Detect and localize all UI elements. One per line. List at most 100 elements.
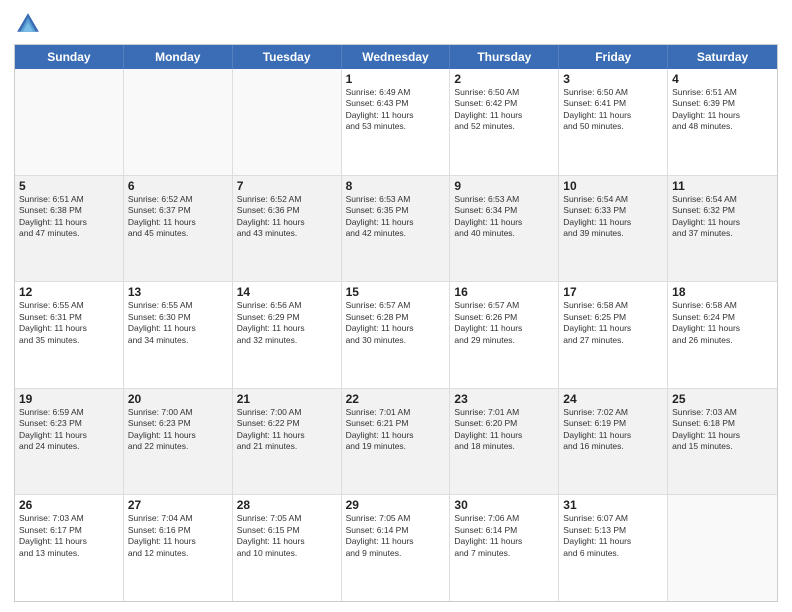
cell-info: Sunrise: 7:00 AM Sunset: 6:23 PM Dayligh… <box>128 407 228 453</box>
day-number: 5 <box>19 179 119 193</box>
calendar-row-0: 1Sunrise: 6:49 AM Sunset: 6:43 PM Daylig… <box>15 69 777 176</box>
day-number: 11 <box>672 179 773 193</box>
day-number: 25 <box>672 392 773 406</box>
day-number: 15 <box>346 285 446 299</box>
page: SundayMondayTuesdayWednesdayThursdayFrid… <box>0 0 792 612</box>
cell-info: Sunrise: 6:59 AM Sunset: 6:23 PM Dayligh… <box>19 407 119 453</box>
header-day-friday: Friday <box>559 45 668 69</box>
calendar-cell-day-27: 27Sunrise: 7:04 AM Sunset: 6:16 PM Dayli… <box>124 495 233 601</box>
header-day-sunday: Sunday <box>15 45 124 69</box>
header-day-saturday: Saturday <box>668 45 777 69</box>
calendar-cell-day-22: 22Sunrise: 7:01 AM Sunset: 6:21 PM Dayli… <box>342 389 451 495</box>
calendar-cell-day-8: 8Sunrise: 6:53 AM Sunset: 6:35 PM Daylig… <box>342 176 451 282</box>
day-number: 22 <box>346 392 446 406</box>
header <box>14 10 778 38</box>
day-number: 7 <box>237 179 337 193</box>
calendar-cell-day-17: 17Sunrise: 6:58 AM Sunset: 6:25 PM Dayli… <box>559 282 668 388</box>
calendar-cell-day-4: 4Sunrise: 6:51 AM Sunset: 6:39 PM Daylig… <box>668 69 777 175</box>
day-number: 3 <box>563 72 663 86</box>
header-day-monday: Monday <box>124 45 233 69</box>
cell-info: Sunrise: 6:55 AM Sunset: 6:31 PM Dayligh… <box>19 300 119 346</box>
calendar-cell-day-31: 31Sunrise: 6:07 AM Sunset: 5:13 PM Dayli… <box>559 495 668 601</box>
calendar-cell-day-10: 10Sunrise: 6:54 AM Sunset: 6:33 PM Dayli… <box>559 176 668 282</box>
cell-info: Sunrise: 6:52 AM Sunset: 6:36 PM Dayligh… <box>237 194 337 240</box>
cell-info: Sunrise: 7:06 AM Sunset: 6:14 PM Dayligh… <box>454 513 554 559</box>
day-number: 10 <box>563 179 663 193</box>
cell-info: Sunrise: 7:01 AM Sunset: 6:20 PM Dayligh… <box>454 407 554 453</box>
calendar-cell-day-3: 3Sunrise: 6:50 AM Sunset: 6:41 PM Daylig… <box>559 69 668 175</box>
calendar-row-4: 26Sunrise: 7:03 AM Sunset: 6:17 PM Dayli… <box>15 495 777 601</box>
cell-info: Sunrise: 6:53 AM Sunset: 6:34 PM Dayligh… <box>454 194 554 240</box>
cell-info: Sunrise: 6:57 AM Sunset: 6:28 PM Dayligh… <box>346 300 446 346</box>
calendar-row-1: 5Sunrise: 6:51 AM Sunset: 6:38 PM Daylig… <box>15 176 777 283</box>
day-number: 30 <box>454 498 554 512</box>
logo <box>14 10 46 38</box>
header-day-thursday: Thursday <box>450 45 559 69</box>
day-number: 20 <box>128 392 228 406</box>
day-number: 14 <box>237 285 337 299</box>
day-number: 9 <box>454 179 554 193</box>
calendar-cell-day-7: 7Sunrise: 6:52 AM Sunset: 6:36 PM Daylig… <box>233 176 342 282</box>
calendar-header: SundayMondayTuesdayWednesdayThursdayFrid… <box>15 45 777 69</box>
calendar: SundayMondayTuesdayWednesdayThursdayFrid… <box>14 44 778 602</box>
cell-info: Sunrise: 7:00 AM Sunset: 6:22 PM Dayligh… <box>237 407 337 453</box>
cell-info: Sunrise: 6:07 AM Sunset: 5:13 PM Dayligh… <box>563 513 663 559</box>
day-number: 28 <box>237 498 337 512</box>
day-number: 4 <box>672 72 773 86</box>
cell-info: Sunrise: 6:51 AM Sunset: 6:39 PM Dayligh… <box>672 87 773 133</box>
calendar-cell-day-23: 23Sunrise: 7:01 AM Sunset: 6:20 PM Dayli… <box>450 389 559 495</box>
calendar-cell-day-18: 18Sunrise: 6:58 AM Sunset: 6:24 PM Dayli… <box>668 282 777 388</box>
day-number: 27 <box>128 498 228 512</box>
calendar-cell-day-5: 5Sunrise: 6:51 AM Sunset: 6:38 PM Daylig… <box>15 176 124 282</box>
day-number: 19 <box>19 392 119 406</box>
day-number: 6 <box>128 179 228 193</box>
cell-info: Sunrise: 6:56 AM Sunset: 6:29 PM Dayligh… <box>237 300 337 346</box>
cell-info: Sunrise: 7:05 AM Sunset: 6:14 PM Dayligh… <box>346 513 446 559</box>
cell-info: Sunrise: 6:58 AM Sunset: 6:25 PM Dayligh… <box>563 300 663 346</box>
calendar-cell-day-24: 24Sunrise: 7:02 AM Sunset: 6:19 PM Dayli… <box>559 389 668 495</box>
calendar-cell-empty <box>233 69 342 175</box>
calendar-cell-day-25: 25Sunrise: 7:03 AM Sunset: 6:18 PM Dayli… <box>668 389 777 495</box>
day-number: 1 <box>346 72 446 86</box>
cell-info: Sunrise: 7:02 AM Sunset: 6:19 PM Dayligh… <box>563 407 663 453</box>
calendar-cell-day-19: 19Sunrise: 6:59 AM Sunset: 6:23 PM Dayli… <box>15 389 124 495</box>
calendar-cell-day-12: 12Sunrise: 6:55 AM Sunset: 6:31 PM Dayli… <box>15 282 124 388</box>
calendar-cell-day-30: 30Sunrise: 7:06 AM Sunset: 6:14 PM Dayli… <box>450 495 559 601</box>
day-number: 18 <box>672 285 773 299</box>
cell-info: Sunrise: 6:51 AM Sunset: 6:38 PM Dayligh… <box>19 194 119 240</box>
day-number: 21 <box>237 392 337 406</box>
calendar-cell-day-11: 11Sunrise: 6:54 AM Sunset: 6:32 PM Dayli… <box>668 176 777 282</box>
cell-info: Sunrise: 7:04 AM Sunset: 6:16 PM Dayligh… <box>128 513 228 559</box>
calendar-cell-day-26: 26Sunrise: 7:03 AM Sunset: 6:17 PM Dayli… <box>15 495 124 601</box>
cell-info: Sunrise: 6:55 AM Sunset: 6:30 PM Dayligh… <box>128 300 228 346</box>
cell-info: Sunrise: 6:54 AM Sunset: 6:32 PM Dayligh… <box>672 194 773 240</box>
cell-info: Sunrise: 6:49 AM Sunset: 6:43 PM Dayligh… <box>346 87 446 133</box>
cell-info: Sunrise: 6:50 AM Sunset: 6:42 PM Dayligh… <box>454 87 554 133</box>
cell-info: Sunrise: 6:58 AM Sunset: 6:24 PM Dayligh… <box>672 300 773 346</box>
cell-info: Sunrise: 6:54 AM Sunset: 6:33 PM Dayligh… <box>563 194 663 240</box>
calendar-cell-day-21: 21Sunrise: 7:00 AM Sunset: 6:22 PM Dayli… <box>233 389 342 495</box>
calendar-body: 1Sunrise: 6:49 AM Sunset: 6:43 PM Daylig… <box>15 69 777 601</box>
cell-info: Sunrise: 7:05 AM Sunset: 6:15 PM Dayligh… <box>237 513 337 559</box>
calendar-cell-day-14: 14Sunrise: 6:56 AM Sunset: 6:29 PM Dayli… <box>233 282 342 388</box>
cell-info: Sunrise: 7:03 AM Sunset: 6:18 PM Dayligh… <box>672 407 773 453</box>
calendar-cell-day-6: 6Sunrise: 6:52 AM Sunset: 6:37 PM Daylig… <box>124 176 233 282</box>
calendar-row-2: 12Sunrise: 6:55 AM Sunset: 6:31 PM Dayli… <box>15 282 777 389</box>
logo-icon <box>14 10 42 38</box>
cell-info: Sunrise: 6:57 AM Sunset: 6:26 PM Dayligh… <box>454 300 554 346</box>
calendar-cell-day-15: 15Sunrise: 6:57 AM Sunset: 6:28 PM Dayli… <box>342 282 451 388</box>
calendar-cell-empty <box>124 69 233 175</box>
calendar-cell-day-9: 9Sunrise: 6:53 AM Sunset: 6:34 PM Daylig… <box>450 176 559 282</box>
cell-info: Sunrise: 6:50 AM Sunset: 6:41 PM Dayligh… <box>563 87 663 133</box>
calendar-cell-empty <box>668 495 777 601</box>
calendar-row-3: 19Sunrise: 6:59 AM Sunset: 6:23 PM Dayli… <box>15 389 777 496</box>
calendar-cell-day-13: 13Sunrise: 6:55 AM Sunset: 6:30 PM Dayli… <box>124 282 233 388</box>
calendar-cell-day-16: 16Sunrise: 6:57 AM Sunset: 6:26 PM Dayli… <box>450 282 559 388</box>
header-day-wednesday: Wednesday <box>342 45 451 69</box>
cell-info: Sunrise: 7:03 AM Sunset: 6:17 PM Dayligh… <box>19 513 119 559</box>
day-number: 13 <box>128 285 228 299</box>
day-number: 23 <box>454 392 554 406</box>
header-day-tuesday: Tuesday <box>233 45 342 69</box>
calendar-cell-day-28: 28Sunrise: 7:05 AM Sunset: 6:15 PM Dayli… <box>233 495 342 601</box>
cell-info: Sunrise: 6:53 AM Sunset: 6:35 PM Dayligh… <box>346 194 446 240</box>
